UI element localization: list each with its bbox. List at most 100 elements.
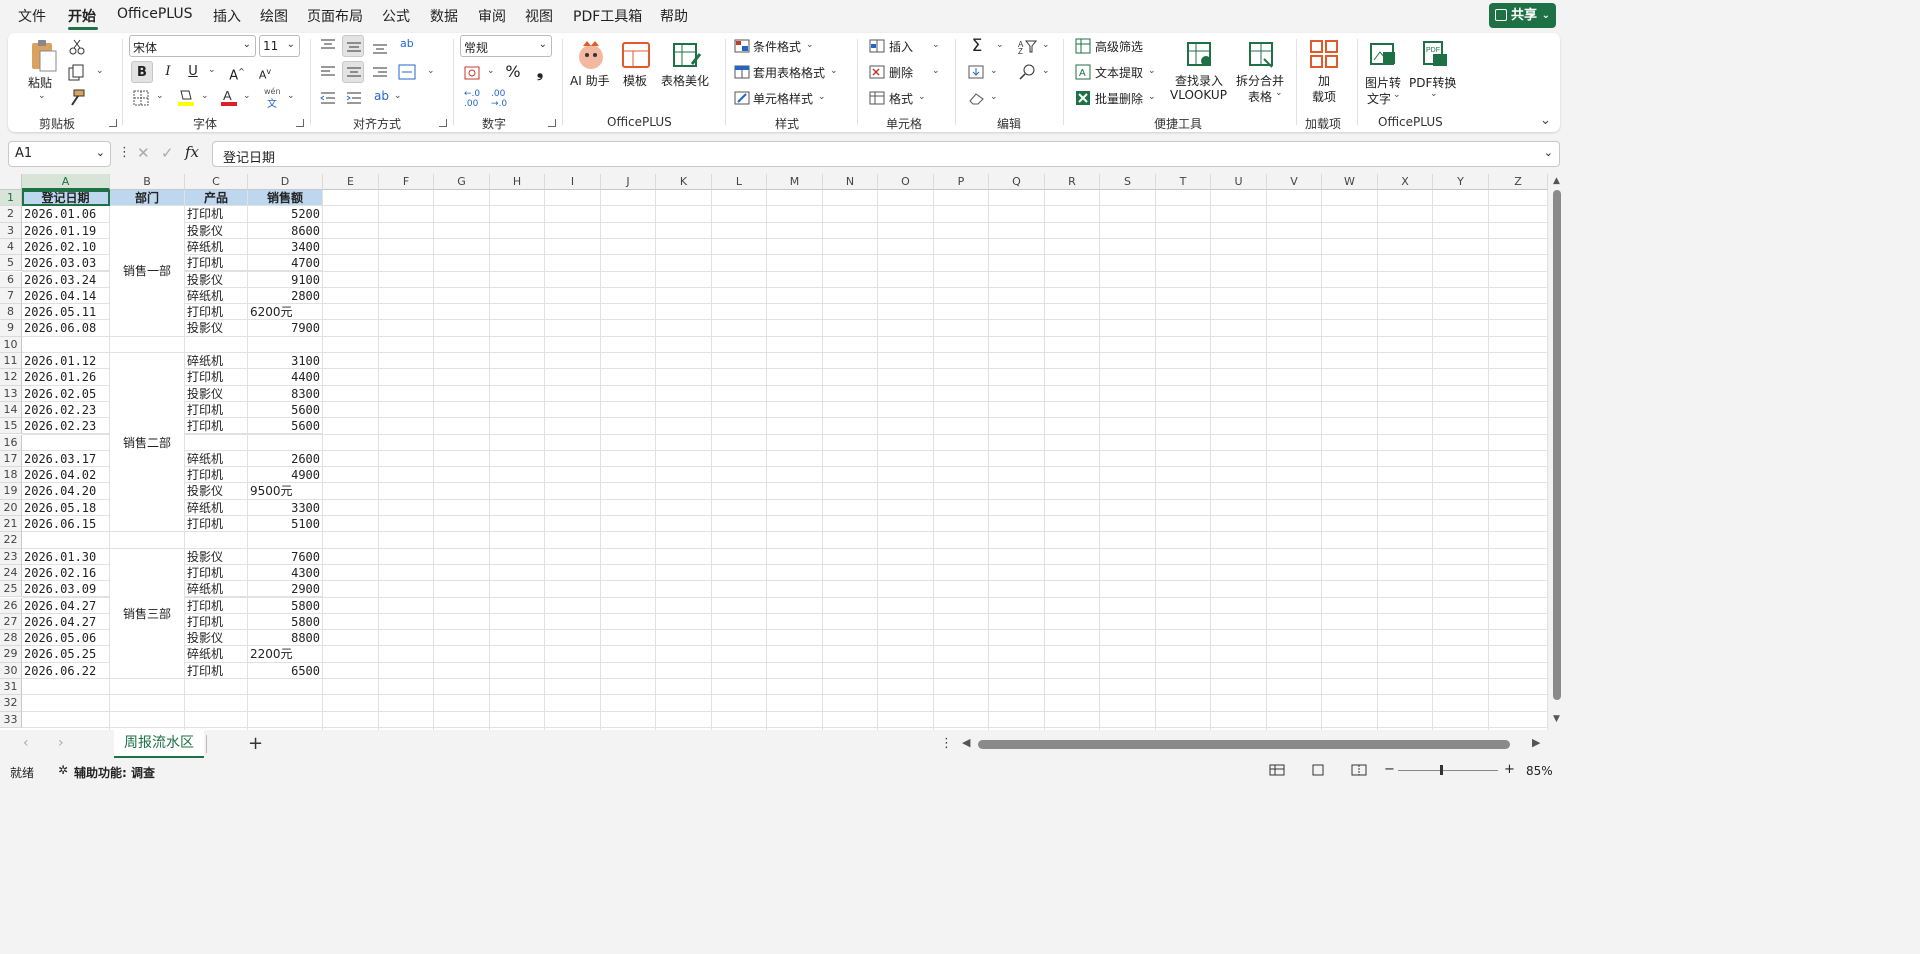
date-cell[interactable]: 2026.02.23 xyxy=(22,401,110,419)
align-top-icon[interactable] xyxy=(320,38,336,52)
align-bottom-icon[interactable] xyxy=(372,42,388,56)
chevron-down-icon[interactable]: ⌄ xyxy=(427,66,435,76)
sort-filter-icon[interactable]: AZ xyxy=(1018,38,1038,54)
product-cell[interactable]: 投影仪 xyxy=(185,222,248,239)
template-icon[interactable] xyxy=(621,41,651,69)
column-header-V[interactable]: V xyxy=(1267,174,1322,190)
table-header-cell[interactable]: 销售额 xyxy=(248,190,323,207)
menu-help[interactable]: 帮助 xyxy=(660,6,688,26)
product-cell[interactable]: 投影仪 xyxy=(185,271,248,288)
date-cell[interactable]: 2026.06.15 xyxy=(22,516,110,533)
product-cell[interactable]: 碎纸机 xyxy=(185,353,248,370)
autosum-icon[interactable]: Σ xyxy=(966,35,988,57)
date-cell[interactable]: 2026.03.17 xyxy=(22,450,110,468)
sales-cell[interactable]: 5600 xyxy=(248,401,323,419)
product-cell[interactable]: 碎纸机 xyxy=(185,646,248,663)
sales-cell[interactable]: 3400 xyxy=(248,238,323,256)
chevron-down-icon[interactable]: ⌄ xyxy=(830,66,838,76)
sales-cell[interactable]: 2600 xyxy=(248,450,323,468)
accessibility-status[interactable]: 辅助功能: 调查 xyxy=(74,764,155,781)
column-header-F[interactable]: F xyxy=(379,174,434,190)
product-cell[interactable]: 打印机 xyxy=(185,662,248,679)
decrease-font-icon[interactable]: Av xyxy=(254,61,276,83)
sales-cell[interactable]: 4700 xyxy=(248,255,323,272)
product-cell[interactable]: 投影仪 xyxy=(185,630,248,647)
product-cell[interactable]: 打印机 xyxy=(185,597,248,614)
scroll-up-icon[interactable]: ▲ xyxy=(1553,176,1560,186)
sheet-tab-active[interactable]: 周报流水区 xyxy=(114,730,204,758)
fill-down-icon[interactable] xyxy=(968,65,984,79)
align-center-icon[interactable] xyxy=(346,66,362,80)
product-cell[interactable]: 打印机 xyxy=(185,516,248,533)
sales-cell[interactable]: 9100 xyxy=(248,271,323,288)
row-header-16[interactable]: 16 xyxy=(0,434,22,451)
bold-button[interactable]: B xyxy=(131,61,153,83)
column-header-S[interactable]: S xyxy=(1100,174,1156,190)
phonetic-icon[interactable]: 文 xyxy=(267,95,277,110)
number-launcher[interactable] xyxy=(548,119,556,127)
row-header-13[interactable]: 13 xyxy=(0,385,22,402)
chevron-down-icon[interactable]: ⌄ xyxy=(208,65,216,75)
fill-color-icon[interactable] xyxy=(177,88,195,108)
advanced-filter-icon[interactable] xyxy=(1075,38,1091,54)
chevron-down-icon[interactable]: ⌄ xyxy=(996,40,1004,50)
conditional-format-icon[interactable] xyxy=(734,39,750,53)
normal-view-icon[interactable] xyxy=(1269,764,1285,776)
product-cell[interactable]: 打印机 xyxy=(185,206,248,223)
date-cell[interactable]: 2026.05.06 xyxy=(22,630,110,647)
insert-cells-icon[interactable] xyxy=(869,39,885,53)
menu-draw[interactable]: 绘图 xyxy=(260,6,288,26)
sales-cell[interactable]: 4900 xyxy=(248,467,323,484)
sales-cell[interactable]: 6200元 xyxy=(248,304,323,321)
date-cell[interactable]: 2026.06.22 xyxy=(22,662,110,679)
sales-cell[interactable]: 5600 xyxy=(248,418,323,435)
font-name-select[interactable]: 宋体 ⌄ xyxy=(129,35,256,57)
column-header-Q[interactable]: Q xyxy=(989,174,1045,190)
worksheet-grid[interactable]: ABCDEFGHIJKLMNOPQRSTUVWXYZ 1 2 3 4 5 6 7 8 9 10 11… xyxy=(0,174,1548,730)
sales-cell[interactable]: 6500 xyxy=(248,662,323,679)
cell-styles-label[interactable]: 单元格样式 xyxy=(753,90,813,107)
delete-cells-icon[interactable] xyxy=(869,65,885,79)
align-left-icon[interactable] xyxy=(320,65,336,79)
delete-cells-label[interactable]: 删除 xyxy=(889,64,913,81)
row-header-21[interactable]: 21 xyxy=(0,516,22,533)
date-cell[interactable]: 2026.05.11 xyxy=(22,304,110,321)
chevron-down-icon[interactable]: ⌄ xyxy=(1393,90,1401,100)
name-box[interactable]: A1 ⌄ xyxy=(8,141,111,167)
share-button[interactable]: 共享 ⌄ xyxy=(1489,3,1556,28)
column-header-J[interactable]: J xyxy=(601,174,656,190)
sales-cell[interactable]: 2900 xyxy=(248,581,323,598)
date-cell[interactable]: 2026.02.05 xyxy=(22,385,110,402)
text-extract-icon[interactable]: A xyxy=(1075,64,1091,80)
paste-icon[interactable] xyxy=(28,39,58,73)
menu-formulas[interactable]: 公式 xyxy=(382,6,410,26)
date-cell[interactable]: 2026.01.26 xyxy=(22,369,110,386)
sales-cell[interactable]: 7900 xyxy=(248,320,323,337)
chevron-down-icon[interactable]: ⌄ xyxy=(156,91,164,101)
page-break-view-icon[interactable] xyxy=(1351,764,1367,776)
product-cell[interactable]: 打印机 xyxy=(185,401,248,419)
chevron-down-icon[interactable]: ⌄ xyxy=(932,40,940,50)
column-header-N[interactable]: N xyxy=(823,174,878,190)
orientation-icon[interactable]: ab xyxy=(374,89,389,103)
menu-page-layout[interactable]: 页面布局 xyxy=(307,6,363,26)
row-header-12[interactable]: 12 xyxy=(0,369,22,386)
date-cell[interactable]: 2026.03.09 xyxy=(22,581,110,598)
product-cell[interactable]: 打印机 xyxy=(185,467,248,484)
row-header-2[interactable]: 2 xyxy=(0,206,22,223)
table-header-cell[interactable]: 部门 xyxy=(110,190,185,207)
format-as-table-label[interactable]: 套用表格格式 xyxy=(753,64,825,81)
font-color-icon[interactable]: A xyxy=(220,88,238,108)
sales-cell[interactable]: 9500元 xyxy=(248,483,323,500)
row-header-26[interactable]: 26 xyxy=(0,597,22,614)
date-cell[interactable]: 2026.04.14 xyxy=(22,287,110,305)
batch-delete-icon[interactable] xyxy=(1075,90,1091,106)
conditional-format-label[interactable]: 条件格式 xyxy=(753,38,801,55)
product-cell[interactable]: 打印机 xyxy=(185,304,248,321)
format-cells-icon[interactable] xyxy=(869,91,885,105)
column-header-Z[interactable]: Z xyxy=(1489,174,1548,190)
date-cell[interactable]: 2026.02.10 xyxy=(22,238,110,256)
paste-label[interactable]: 粘贴 xyxy=(28,74,52,91)
clear-icon[interactable] xyxy=(968,91,986,105)
sales-cell[interactable]: 7600 xyxy=(248,548,323,565)
